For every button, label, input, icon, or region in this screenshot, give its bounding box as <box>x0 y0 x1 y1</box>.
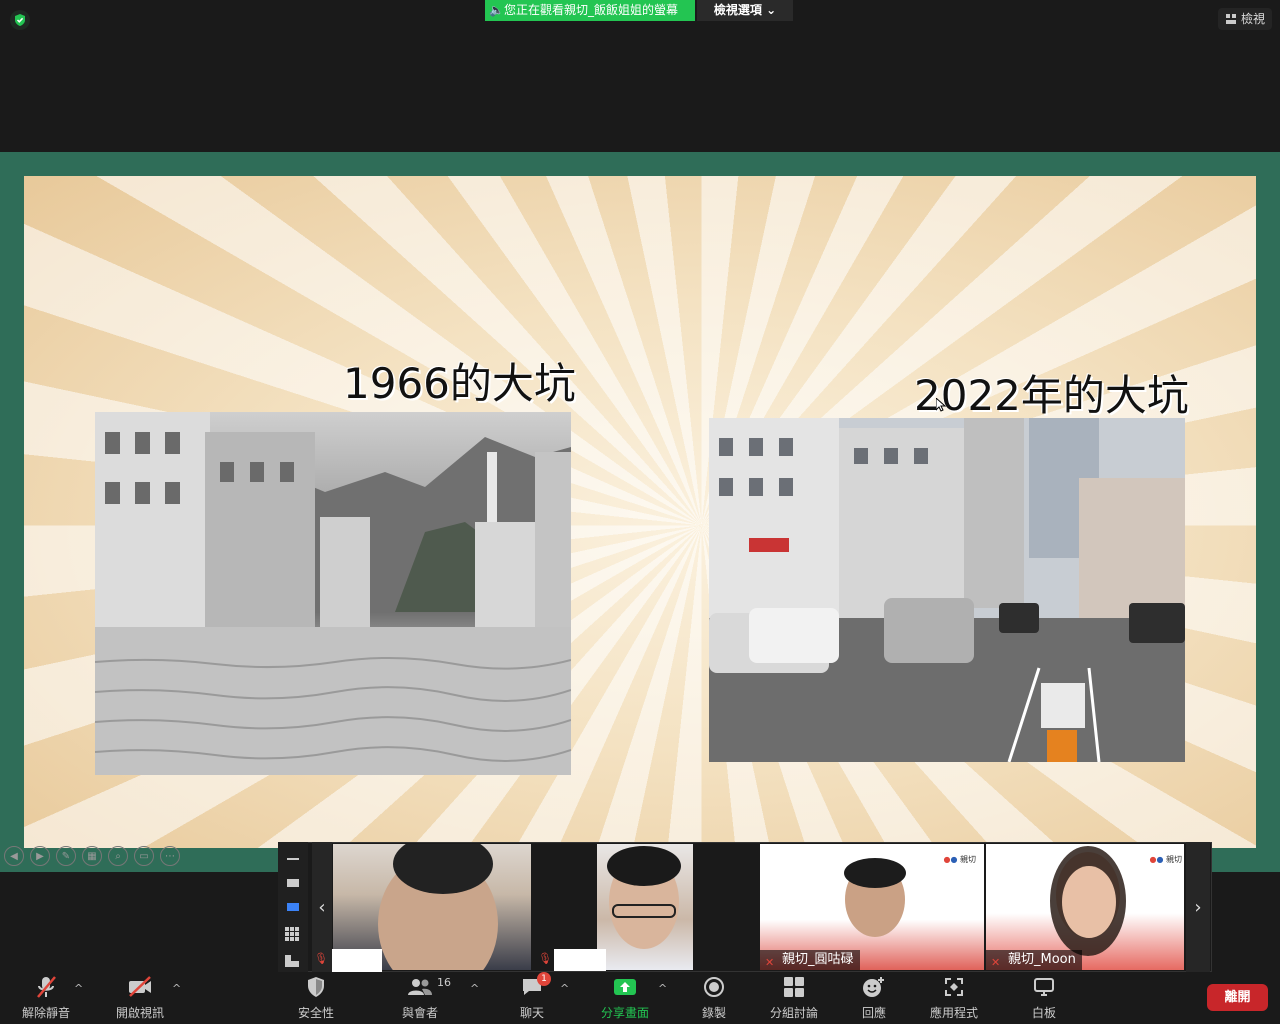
annotation-toolbar: ◀ ▶ ✎ ▦ ⌕ ▭ ⋯ <box>4 846 180 868</box>
whiteboard-icon <box>1033 974 1055 1000</box>
security-button[interactable]: 安全性 <box>294 974 338 1022</box>
participant-name-4: ✕ 親切_Moon <box>986 950 1082 970</box>
smiley-plus-icon <box>862 974 886 1000</box>
chat-options-caret[interactable]: ^ <box>560 982 569 995</box>
security-label: 安全性 <box>297 1006 334 1020</box>
chat-label: 聊天 <box>519 1006 544 1020</box>
muted-mic-icon: 🎙 <box>538 952 552 965</box>
brand-logo: ●● 親切 <box>1149 855 1182 864</box>
participant-tile-4[interactable]: ●● 親切 ✕ 親切_Moon <box>986 844 1184 970</box>
speaker-icon: 🔈 <box>489 3 504 17</box>
participant-hair-2 <box>607 846 681 886</box>
record-label: 錄製 <box>701 1006 726 1020</box>
participant-hair-3 <box>844 858 906 888</box>
participants-label: 與會者 <box>401 1006 438 1020</box>
speaker-view-icon[interactable] <box>285 878 301 888</box>
share-options-caret[interactable]: ^ <box>658 982 667 995</box>
sharing-banner: 🔈您正在觀看親切_飯飯姐姐的螢幕 <box>485 0 695 21</box>
record-button[interactable]: 錄製 <box>696 974 732 1022</box>
participants-options-caret[interactable]: ^ <box>470 982 479 995</box>
participants-button[interactable]: 16 與會者 <box>398 974 451 1022</box>
record-icon <box>703 974 725 1000</box>
chat-bubble-icon: 1 <box>521 972 551 1000</box>
encryption-shield-icon[interactable] <box>10 10 30 30</box>
pen-icon[interactable]: ✎ <box>56 846 76 866</box>
whiteboard-label: 白板 <box>1031 1006 1056 1020</box>
shared-slide: 1966的大坑 2022年的大坑 <box>24 176 1256 848</box>
whiteboard-button[interactable]: 白板 <box>1024 974 1064 1022</box>
filmstrip-view-icon[interactable] <box>285 902 301 912</box>
slides-grid-icon[interactable]: ▦ <box>82 846 102 866</box>
leave-meeting-button[interactable]: 離開 <box>1207 984 1268 1011</box>
share-screen-button[interactable]: 分享畫面 <box>598 974 652 1022</box>
slide-title-2022: 2022年的大坑 <box>914 371 1189 420</box>
unmute-label: 解除靜音 <box>21 1006 70 1020</box>
grid-view-icon <box>1225 14 1236 24</box>
chat-button[interactable]: 1 聊天 <box>510 972 554 1022</box>
zoom-icon[interactable]: ⌕ <box>108 846 128 866</box>
chevron-right-icon: › <box>1194 896 1202 918</box>
slide-title-1966: 1966的大坑 <box>343 359 576 408</box>
gallery-view-icon[interactable] <box>285 926 301 941</box>
name-redaction-box-1 <box>332 949 382 973</box>
unmute-button[interactable]: 解除靜音 <box>18 974 74 1022</box>
chevron-left-icon: ‹ <box>318 896 326 918</box>
apps-button[interactable]: 應用程式 <box>924 974 984 1022</box>
sharing-banner-text: 您正在觀看親切_飯飯姐姐的螢幕 <box>503 3 678 17</box>
photo-2022-street <box>709 418 1185 762</box>
participants-count: 16 <box>437 976 451 989</box>
apps-label: 應用程式 <box>929 1006 978 1020</box>
share-screen-label: 分享畫面 <box>600 1006 649 1020</box>
share-screen-icon <box>613 974 637 1000</box>
name-redaction-box-2 <box>554 949 606 971</box>
video-camera-off-icon <box>127 974 153 1000</box>
participant-name-3: ✕ 親切_圓咕碌 <box>760 950 860 970</box>
muted-mic-icon: ✕ <box>991 956 1001 969</box>
shield-icon <box>306 974 326 1000</box>
view-options-button[interactable]: 檢視選項 ⌄ <box>697 0 793 21</box>
subtitles-icon[interactable]: ▭ <box>134 846 154 866</box>
next-slide-icon[interactable]: ▶ <box>30 846 50 866</box>
minimize-video-icon[interactable] <box>285 854 301 864</box>
gallery-layout-controls <box>278 842 308 972</box>
photo-1966-flooded-street <box>95 412 571 775</box>
mouse-cursor-icon <box>936 398 946 412</box>
view-button[interactable]: 檢視 <box>1218 8 1272 30</box>
view-options-label: 檢視選項 <box>713 3 762 17</box>
breakout-label: 分組討論 <box>769 1006 818 1020</box>
gallery-next-page-button[interactable]: › <box>1186 842 1210 972</box>
start-video-button[interactable]: 開啟視訊 <box>112 974 168 1022</box>
reactions-label: 回應 <box>861 1006 886 1020</box>
muted-mic-icon: ✕ <box>765 956 775 969</box>
breakout-rooms-button[interactable]: 分組討論 <box>766 974 822 1022</box>
reactions-button[interactable]: 回應 <box>856 974 892 1022</box>
microphone-muted-icon <box>35 974 57 1000</box>
participant-tile-2[interactable] <box>597 844 693 970</box>
breakout-rooms-icon <box>783 974 805 1000</box>
muted-mic-icon: 🎙 <box>314 952 328 965</box>
previous-slide-icon[interactable]: ◀ <box>4 846 24 866</box>
video-options-caret[interactable]: ^ <box>172 982 181 995</box>
brand-logo: ●● 親切 <box>943 855 976 864</box>
start-video-label: 開啟視訊 <box>115 1006 164 1020</box>
participant-tile-3[interactable]: ●● 親切 ✕ 親切_圓咕碌 <box>760 844 984 970</box>
glasses-shape <box>612 904 676 918</box>
participants-icon: 16 <box>407 974 451 1000</box>
chevron-down-icon: ⌄ <box>766 3 777 17</box>
audio-options-caret[interactable]: ^ <box>74 982 83 995</box>
view-button-label: 檢視 <box>1240 12 1265 26</box>
chat-unread-badge: 1 <box>537 972 551 986</box>
apps-icon <box>943 974 965 1000</box>
more-icon[interactable]: ⋯ <box>160 846 180 866</box>
participant-face-4 <box>1062 866 1116 938</box>
side-by-side-icon[interactable] <box>285 952 301 967</box>
